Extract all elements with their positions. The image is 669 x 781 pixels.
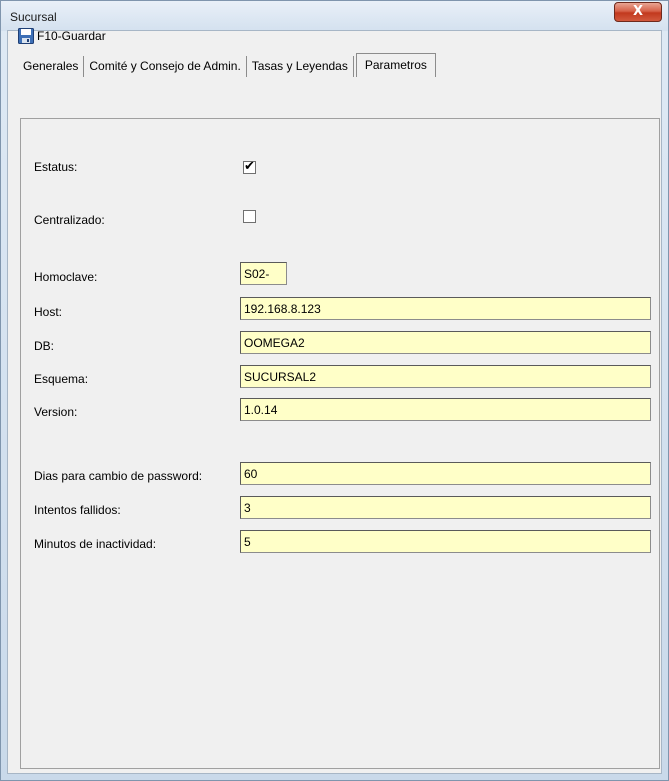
host-field[interactable] — [240, 297, 651, 320]
tab-strip: Generales Comité y Consejo de Admin. Tas… — [18, 53, 436, 77]
dias-password-label: Dias para cambio de password: — [34, 469, 203, 483]
estatus-checkbox[interactable]: ✔ — [243, 159, 256, 174]
esquema-field[interactable] — [240, 365, 651, 388]
close-button[interactable]: X — [614, 2, 662, 22]
db-label: DB: — [34, 339, 55, 353]
checkmark-icon: ✔ — [244, 159, 255, 174]
estatus-label: Estatus: — [34, 160, 78, 174]
host-label: Host: — [34, 305, 63, 319]
tab-parametros[interactable]: Parametros — [355, 53, 436, 77]
tab-tasas-leyendas[interactable]: Tasas y Leyendas — [247, 56, 354, 77]
save-label: F10-Guardar — [37, 29, 106, 43]
parametros-panel — [20, 119, 660, 769]
window-title: Sucursal — [10, 10, 57, 24]
db-field[interactable] — [240, 331, 651, 354]
intentos-fallidos-field[interactable] — [240, 496, 651, 519]
floppy-disk-icon — [18, 28, 34, 44]
version-field[interactable] — [240, 398, 651, 421]
tab-comite-consejo[interactable]: Comité y Consejo de Admin. — [84, 56, 247, 77]
homoclave-field[interactable] — [240, 262, 287, 285]
minutos-inactividad-field[interactable] — [240, 530, 651, 553]
esquema-label: Esquema: — [34, 372, 89, 386]
tab-generales[interactable]: Generales — [18, 56, 85, 77]
intentos-fallidos-label: Intentos fallidos: — [34, 503, 121, 517]
save-button[interactable]: F10-Guardar — [18, 27, 106, 45]
dias-password-field[interactable] — [240, 462, 651, 485]
version-label: Version: — [34, 405, 78, 419]
homoclave-label: Homoclave: — [34, 270, 98, 284]
centralizado-checkbox[interactable] — [243, 210, 256, 223]
centralizado-label: Centralizado: — [34, 213, 105, 227]
minutos-inactividad-label: Minutos de inactividad: — [34, 537, 157, 551]
